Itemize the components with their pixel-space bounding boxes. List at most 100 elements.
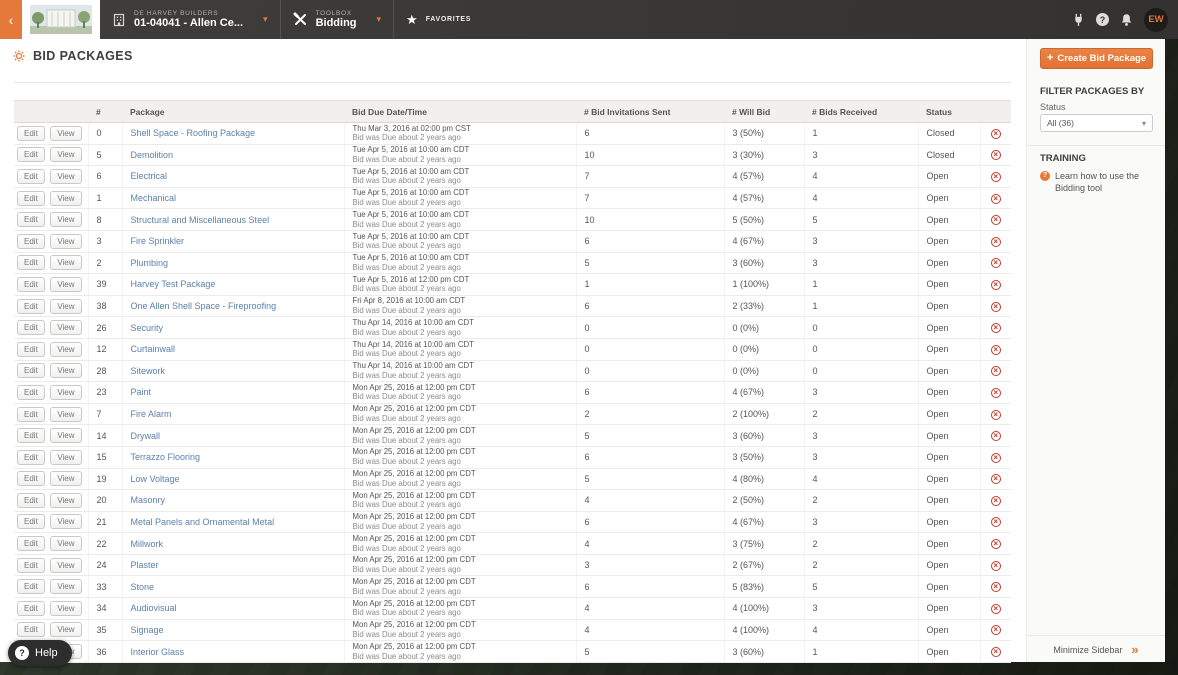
edit-button[interactable]: Edit bbox=[17, 320, 45, 336]
view-button[interactable]: View bbox=[50, 406, 82, 422]
edit-button[interactable]: Edit bbox=[17, 298, 45, 314]
bell-icon[interactable] bbox=[1120, 13, 1133, 27]
gear-icon[interactable] bbox=[13, 50, 25, 62]
help-icon[interactable]: ? bbox=[1096, 13, 1109, 26]
edit-button[interactable]: Edit bbox=[17, 471, 45, 487]
view-button[interactable]: View bbox=[50, 125, 82, 141]
delete-icon[interactable]: × bbox=[990, 625, 1001, 636]
edit-button[interactable]: Edit bbox=[17, 557, 45, 573]
delete-icon[interactable]: × bbox=[990, 539, 1001, 550]
package-link[interactable]: Curtainwall bbox=[131, 344, 176, 354]
edit-button[interactable]: Edit bbox=[17, 233, 45, 249]
edit-button[interactable]: Edit bbox=[17, 600, 45, 616]
view-button[interactable]: View bbox=[50, 557, 82, 573]
edit-button[interactable]: Edit bbox=[17, 492, 45, 508]
edit-button[interactable]: Edit bbox=[17, 125, 45, 141]
view-button[interactable]: View bbox=[50, 471, 82, 487]
edit-button[interactable]: Edit bbox=[17, 622, 45, 638]
package-link[interactable]: Millwork bbox=[131, 539, 164, 549]
delete-icon[interactable]: × bbox=[990, 474, 1001, 485]
view-button[interactable]: View bbox=[50, 579, 82, 595]
view-button[interactable]: View bbox=[50, 449, 82, 465]
package-link[interactable]: Sitework bbox=[131, 366, 166, 376]
help-button[interactable]: ? Help bbox=[8, 640, 72, 666]
edit-button[interactable]: Edit bbox=[17, 147, 45, 163]
edit-button[interactable]: Edit bbox=[17, 363, 45, 379]
edit-button[interactable]: Edit bbox=[17, 190, 45, 206]
view-button[interactable]: View bbox=[50, 384, 82, 400]
delete-icon[interactable]: × bbox=[990, 603, 1001, 614]
package-link[interactable]: Shell Space - Roofing Package bbox=[131, 128, 256, 138]
toolbox-selector[interactable]: TOOLBOX Bidding ▾ bbox=[281, 0, 395, 39]
avatar[interactable]: EW bbox=[1144, 7, 1168, 32]
plug-icon[interactable] bbox=[1072, 13, 1085, 27]
minimize-sidebar-button[interactable]: Minimize Sidebar » bbox=[1027, 635, 1165, 656]
view-button[interactable]: View bbox=[50, 428, 82, 444]
package-link[interactable]: Harvey Test Package bbox=[131, 279, 216, 289]
project-selector[interactable]: DE HARVEY BUILDERS 01-04041 - Allen Ce..… bbox=[100, 0, 281, 39]
edit-button[interactable]: Edit bbox=[17, 168, 45, 184]
view-button[interactable]: View bbox=[50, 341, 82, 357]
view-button[interactable]: View bbox=[50, 600, 82, 616]
edit-button[interactable]: Edit bbox=[17, 579, 45, 595]
edit-button[interactable]: Edit bbox=[17, 428, 45, 444]
view-button[interactable]: View bbox=[50, 255, 82, 271]
edit-button[interactable]: Edit bbox=[17, 341, 45, 357]
edit-button[interactable]: Edit bbox=[17, 384, 45, 400]
package-link[interactable]: Low Voltage bbox=[131, 474, 180, 484]
package-link[interactable]: Drywall bbox=[131, 431, 161, 441]
edit-button[interactable]: Edit bbox=[17, 536, 45, 552]
delete-icon[interactable]: × bbox=[990, 301, 1001, 312]
delete-icon[interactable]: × bbox=[990, 387, 1001, 398]
edit-button[interactable]: Edit bbox=[17, 276, 45, 292]
package-link[interactable]: Audiovisual bbox=[131, 603, 177, 613]
package-link[interactable]: Metal Panels and Ornamental Metal bbox=[131, 517, 275, 527]
delete-icon[interactable]: × bbox=[990, 279, 1001, 290]
delete-icon[interactable]: × bbox=[990, 258, 1001, 269]
create-bid-package-button[interactable]: + Create Bid Package bbox=[1040, 48, 1153, 69]
edit-button[interactable]: Edit bbox=[17, 255, 45, 271]
view-button[interactable]: View bbox=[50, 492, 82, 508]
view-button[interactable]: View bbox=[50, 622, 82, 638]
view-button[interactable]: View bbox=[50, 536, 82, 552]
delete-icon[interactable]: × bbox=[990, 215, 1001, 226]
delete-icon[interactable]: × bbox=[990, 171, 1001, 182]
package-link[interactable]: One Allen Shell Space - Fireproofing bbox=[131, 301, 277, 311]
delete-icon[interactable]: × bbox=[990, 193, 1001, 204]
project-thumbnail[interactable] bbox=[22, 0, 100, 39]
delete-icon[interactable]: × bbox=[990, 495, 1001, 506]
delete-icon[interactable]: × bbox=[990, 647, 1001, 658]
delete-icon[interactable]: × bbox=[990, 236, 1001, 247]
package-link[interactable]: Fire Alarm bbox=[131, 409, 172, 419]
package-link[interactable]: Mechanical bbox=[131, 193, 177, 203]
view-button[interactable]: View bbox=[50, 276, 82, 292]
package-link[interactable]: Fire Sprinkler bbox=[131, 236, 185, 246]
view-button[interactable]: View bbox=[50, 168, 82, 184]
view-button[interactable]: View bbox=[50, 190, 82, 206]
package-link[interactable]: Paint bbox=[131, 387, 152, 397]
delete-icon[interactable]: × bbox=[990, 517, 1001, 528]
package-link[interactable]: Plaster bbox=[131, 560, 159, 570]
package-link[interactable]: Plumbing bbox=[131, 258, 169, 268]
view-button[interactable]: View bbox=[50, 320, 82, 336]
package-link[interactable]: Terrazzo Flooring bbox=[131, 452, 201, 462]
delete-icon[interactable]: × bbox=[990, 582, 1001, 593]
edit-button[interactable]: Edit bbox=[17, 212, 45, 228]
delete-icon[interactable]: × bbox=[990, 431, 1001, 442]
package-link[interactable]: Signage bbox=[131, 625, 164, 635]
delete-icon[interactable]: × bbox=[990, 560, 1001, 571]
package-link[interactable]: Masonry bbox=[131, 495, 166, 505]
view-button[interactable]: View bbox=[50, 212, 82, 228]
delete-icon[interactable]: × bbox=[990, 452, 1001, 463]
favorites-button[interactable]: ★ FAVORITES bbox=[394, 0, 483, 39]
view-button[interactable]: View bbox=[50, 363, 82, 379]
delete-icon[interactable]: × bbox=[990, 366, 1001, 377]
view-button[interactable]: View bbox=[50, 147, 82, 163]
delete-icon[interactable]: × bbox=[990, 150, 1001, 161]
edit-button[interactable]: Edit bbox=[17, 449, 45, 465]
view-button[interactable]: View bbox=[50, 514, 82, 530]
back-chevron-button[interactable]: ‹ bbox=[0, 0, 22, 39]
view-button[interactable]: View bbox=[50, 233, 82, 249]
edit-button[interactable]: Edit bbox=[17, 406, 45, 422]
status-filter-select[interactable]: All (36) ▾ bbox=[1040, 114, 1153, 132]
